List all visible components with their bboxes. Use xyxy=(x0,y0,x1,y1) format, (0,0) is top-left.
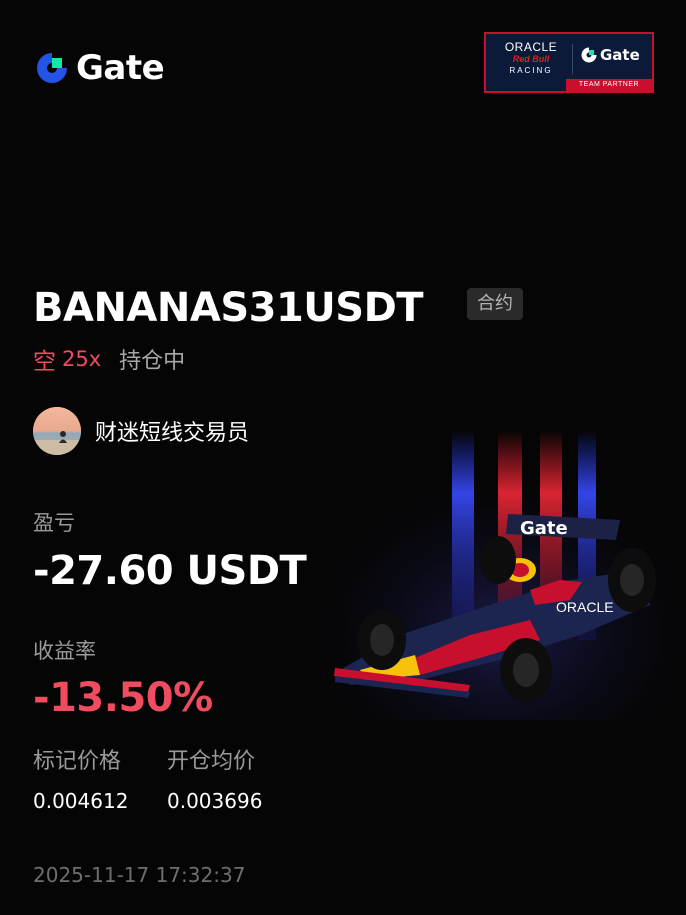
oracle-red-bull-racing-logo: ORACLE Red Bull RACING xyxy=(494,40,568,76)
rear-wing-text: Gate xyxy=(520,518,568,539)
gate-partner-logo: Gate xyxy=(580,46,640,64)
gate-logo: Gate xyxy=(34,48,165,88)
gate-logo-icon xyxy=(37,53,67,83)
trader-avatar xyxy=(33,407,81,455)
pnl-value: -27.60 USDT xyxy=(33,548,307,594)
position-side: 空 xyxy=(33,349,56,375)
gate-partner-text: Gate xyxy=(600,46,640,64)
team-partner-label: TEAM PARTNER xyxy=(566,79,652,91)
entry-price-label: 开仓均价 xyxy=(167,749,256,774)
mark-price-value: 0.004612 xyxy=(33,789,129,813)
contract-type-badge: 合约 xyxy=(467,288,523,320)
badge-divider xyxy=(572,44,573,74)
car-side-text: ORACLE xyxy=(556,599,614,615)
position-leverage: 25x xyxy=(62,347,102,371)
price-labels: 标记价格 开仓均价 xyxy=(33,746,255,778)
oracle-text: ORACLE xyxy=(504,40,558,54)
avatar-scene-icon xyxy=(33,407,81,455)
position-status: 持仓中 xyxy=(119,349,186,374)
brand-name: Gate xyxy=(76,48,165,88)
red-bull-f1-car-image: Gate ORACLE xyxy=(320,430,686,720)
trader-info: 财迷短线交易员 xyxy=(33,407,249,455)
team-partner-badge: ORACLE Red Bull RACING Gate TEAM PARTNER xyxy=(484,32,654,93)
mark-price-label: 标记价格 xyxy=(33,749,122,774)
timestamp: 2025-11-17 17:32:37 xyxy=(33,863,246,887)
roi-value: -13.50% xyxy=(33,675,213,721)
position-info: 空 25x 持仓中 xyxy=(33,342,185,376)
gate-small-logo-icon xyxy=(581,47,597,63)
contract-symbol: BANANAS31USDT xyxy=(33,285,424,331)
roi-label: 收益率 xyxy=(33,639,96,663)
trader-name: 财迷短线交易员 xyxy=(95,421,250,446)
entry-price-value: 0.003696 xyxy=(167,789,263,813)
pnl-label: 盈亏 xyxy=(33,511,75,535)
racing-text: RACING xyxy=(509,66,553,75)
price-values: 0.004612 0.003696 xyxy=(33,786,262,816)
red-bull-text: Red Bull xyxy=(512,54,550,64)
